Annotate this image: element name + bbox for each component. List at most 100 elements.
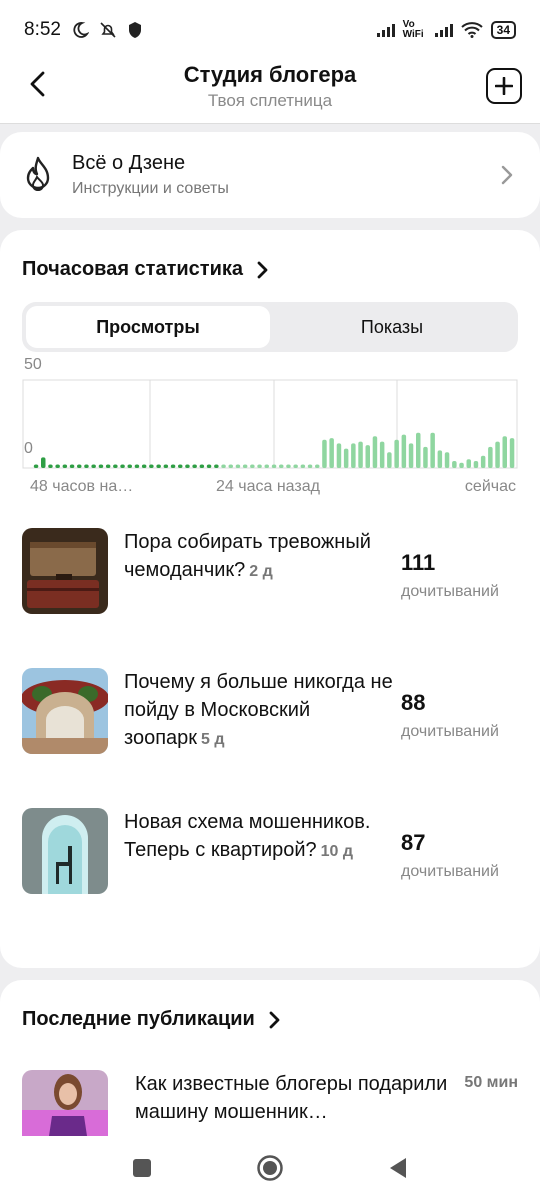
chart-bar xyxy=(416,432,421,468)
signal-icon xyxy=(376,23,395,37)
chart-bar xyxy=(214,464,219,468)
recents-square-icon[interactable] xyxy=(132,1158,152,1178)
x-tick-end: сейчас xyxy=(464,478,516,495)
chart-bar xyxy=(437,450,443,468)
article-item[interactable]: Пора собирать тревожный чемоданчик? 2 д 1… xyxy=(22,528,518,618)
article-read-count-label: дочитываний xyxy=(401,723,499,740)
chart-bar xyxy=(365,445,370,468)
chevron-right-icon xyxy=(501,165,513,185)
suitcase-image xyxy=(22,528,108,614)
plus-icon xyxy=(495,77,513,95)
chart-bar xyxy=(286,464,291,468)
chevron-right-icon xyxy=(269,1011,280,1028)
hourly-stats-title: Почасовая статистика xyxy=(22,258,244,280)
chart-bar xyxy=(113,464,118,468)
chart-bar xyxy=(170,464,176,468)
chart-bar xyxy=(206,464,212,468)
bell-off-icon xyxy=(100,22,116,38)
chart-bar xyxy=(444,452,450,468)
chart-bar xyxy=(459,462,464,468)
chart-bar xyxy=(379,441,385,468)
chart-bar xyxy=(488,446,493,468)
chart-bar xyxy=(91,464,96,468)
article-read-count: 88 xyxy=(401,690,426,715)
app-header: Студия блогера Твоя сплетница xyxy=(0,60,540,124)
shield-icon xyxy=(128,22,141,38)
chart-bar xyxy=(242,464,248,468)
chart-bar xyxy=(199,464,205,468)
battery-icon: 34 xyxy=(490,21,516,39)
chevron-right-icon xyxy=(257,261,268,278)
article-title-text: Почему я больше никогда не пойду в Моско… xyxy=(124,671,393,749)
chart-bar xyxy=(495,441,500,468)
chart-bar xyxy=(279,464,284,468)
chart-bar xyxy=(264,464,269,468)
article-item[interactable]: Почему я больше никогда не пойду в Моско… xyxy=(22,668,518,758)
article-thumbnail xyxy=(22,668,108,754)
chart-bar xyxy=(221,464,226,468)
flame-icon xyxy=(26,156,50,192)
chart-bar xyxy=(509,438,515,468)
article-item[interactable]: Новая схема мошенников. Теперь с квартир… xyxy=(22,808,518,898)
wifi-icon xyxy=(460,22,483,38)
chart-bar xyxy=(394,439,399,468)
chart-bar xyxy=(250,464,255,468)
chart-bar xyxy=(423,446,428,468)
chart-bar xyxy=(105,464,111,468)
chart-bar xyxy=(235,464,241,468)
chart-bar xyxy=(351,443,356,468)
article-thumbnail xyxy=(22,528,108,614)
chart-bar xyxy=(62,464,68,468)
publication-time: 50 мин xyxy=(464,1074,518,1091)
article-read-count-label: дочитываний xyxy=(401,863,499,880)
home-circle-icon[interactable] xyxy=(256,1154,284,1182)
chart-frame xyxy=(22,379,518,469)
chart-bar xyxy=(55,464,60,468)
chart-bar xyxy=(228,464,233,468)
chart-bar xyxy=(141,464,147,468)
header-title-block: Студия блогера Твоя сплетница xyxy=(0,60,540,111)
chart-bar xyxy=(300,464,306,468)
article-read-count: 87 xyxy=(401,830,426,855)
chart-bar xyxy=(69,464,75,468)
page-subtitle: Твоя сплетница xyxy=(207,91,333,110)
chart-bar xyxy=(33,464,39,468)
chart-bar xyxy=(77,464,82,468)
chart-bar xyxy=(408,443,414,468)
chart-bar xyxy=(149,464,154,468)
hourly-stats-header[interactable]: Почасовая статистика xyxy=(22,258,269,281)
hourly-chart-svg xyxy=(22,379,518,469)
article-read-count: 111 xyxy=(401,550,436,575)
publication-thumbnail xyxy=(22,1070,108,1136)
dzen-card-subtitle: Инструкции и советы xyxy=(72,180,229,197)
signal-icon-2 xyxy=(434,23,453,37)
article-title: Пора собирать тревожный чемоданчик? 2 д xyxy=(124,528,396,586)
chart-bar xyxy=(178,464,183,468)
publications-header[interactable]: Последние публикации xyxy=(22,1008,281,1031)
chair-image xyxy=(22,808,108,894)
chart-bar xyxy=(343,448,349,468)
article-age: 10 д xyxy=(320,843,354,860)
system-nav-bar xyxy=(0,1136,540,1200)
dzen-info-card[interactable]: Всё о Дзене Инструкции и советы xyxy=(0,132,540,218)
chart-bar xyxy=(192,464,197,468)
moon-icon xyxy=(73,22,89,38)
article-age: 5 д xyxy=(201,731,225,748)
back-triangle-icon[interactable] xyxy=(388,1157,408,1179)
wifi-calling-label: Vo WiFi xyxy=(402,19,424,40)
chart-bar xyxy=(120,464,125,468)
blogger-image xyxy=(22,1070,108,1136)
chart-bar xyxy=(257,464,262,468)
article-title-text: Пора собирать тревожный чемоданчик? xyxy=(124,531,371,581)
article-age: 2 д xyxy=(249,563,273,580)
add-button[interactable] xyxy=(486,68,522,104)
x-tick-middle: 24 часа назад xyxy=(216,478,320,495)
chart-bar xyxy=(372,436,378,468)
chart-bar xyxy=(466,459,471,468)
chart-bar xyxy=(293,464,298,468)
tab-impressions[interactable]: Показы xyxy=(270,306,514,348)
publication-item[interactable]: Как известные блогеры подарили машину мо… xyxy=(22,1070,518,1136)
tab-views[interactable]: Просмотры xyxy=(26,306,270,348)
chart-bar xyxy=(98,464,104,468)
chart-bar xyxy=(502,436,507,468)
